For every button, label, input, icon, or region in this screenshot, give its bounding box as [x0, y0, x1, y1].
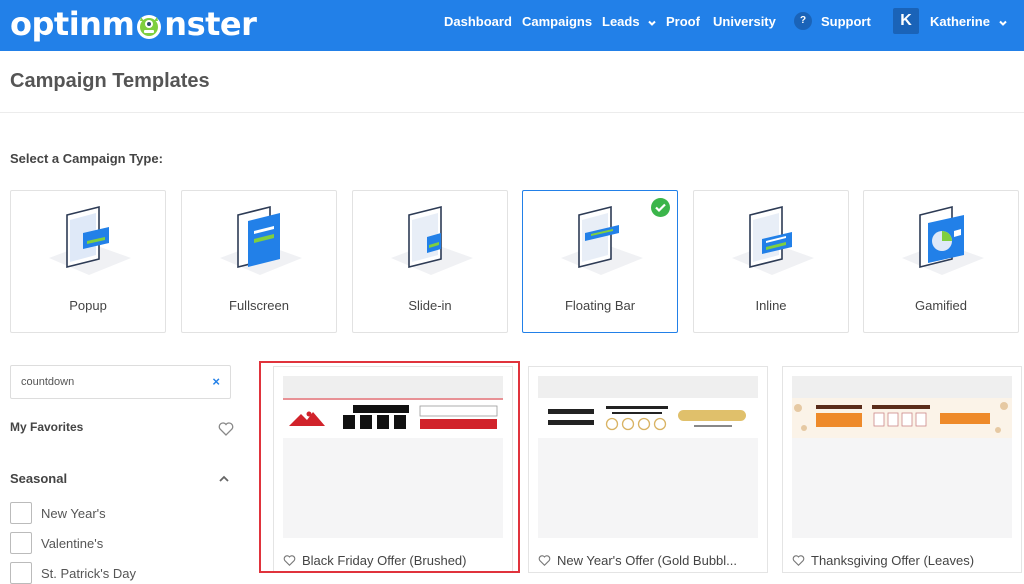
nav-proof[interactable]: Proof [666, 13, 700, 31]
floating-bar-illustration-icon [561, 205, 643, 275]
seasonal-heading[interactable]: Seasonal [10, 471, 67, 486]
template-name: Thanksgiving Offer (Leaves) [792, 553, 974, 568]
campaign-type-popup[interactable]: Popup [10, 190, 166, 333]
template-name-text: New Year's Offer (Gold Bubbl... [557, 553, 738, 568]
checkbox[interactable] [10, 502, 32, 524]
heart-icon[interactable] [792, 555, 805, 566]
campaign-type-inline[interactable]: Inline [693, 190, 849, 333]
template-preview[interactable] [538, 376, 758, 538]
optinmonster-logo[interactable]: optinm nster [10, 5, 257, 43]
campaign-type-gamified[interactable]: Gamified [863, 190, 1019, 333]
template-name: New Year's Offer (Gold Bubbl... [538, 553, 737, 568]
my-favorites-label[interactable]: My Favorites [10, 420, 83, 434]
filter-label: New Year's [41, 506, 106, 521]
heart-icon[interactable] [218, 422, 234, 436]
chevron-up-icon[interactable] [218, 474, 230, 484]
nav-university[interactable]: University [713, 13, 776, 31]
campaign-type-slide-in[interactable]: Slide-in [352, 190, 508, 333]
campaign-type-floating-bar[interactable]: Floating Bar [522, 190, 678, 333]
logo-text-end: nster [164, 5, 257, 43]
slide-in-illustration-icon [391, 205, 473, 275]
nav-dashboard[interactable]: Dashboard [444, 13, 512, 31]
gamified-illustration-icon [902, 205, 984, 275]
top-navigation-bar: optinm nster Dashboard Campaigns Leads P… [0, 0, 1024, 51]
selected-check-icon [651, 198, 670, 217]
user-avatar[interactable]: K [893, 8, 919, 34]
template-preview-image [792, 376, 1012, 438]
campaign-type-fullscreen[interactable]: Fullscreen [181, 190, 337, 333]
fullscreen-illustration-icon [220, 205, 302, 275]
logo-text-start: optinm [10, 5, 135, 43]
user-menu[interactable]: Katherine [930, 13, 1008, 31]
page-title: Campaign Templates [10, 70, 210, 92]
chevron-down-icon [648, 20, 656, 26]
nav-support[interactable]: Support [821, 13, 871, 31]
filter-label: Valentine's [41, 536, 104, 551]
user-name: Katherine [930, 14, 990, 29]
heart-icon[interactable] [538, 555, 551, 566]
campaign-type-label: Popup [69, 298, 107, 313]
clear-search-icon[interactable]: × [212, 374, 220, 389]
template-name-text: Thanksgiving Offer (Leaves) [811, 553, 975, 568]
nav-leads-label: Leads [602, 14, 640, 29]
search-value: countdown [21, 376, 75, 388]
nav-leads[interactable]: Leads [602, 13, 657, 31]
campaign-type-label: Fullscreen [229, 298, 289, 313]
highlight-annotation-box [259, 361, 520, 573]
monster-mascot-icon [135, 10, 163, 39]
campaign-type-label: Inline [755, 298, 787, 313]
inline-illustration-icon [732, 205, 814, 275]
campaign-type-label: Gamified [914, 298, 968, 313]
popup-illustration-icon [49, 205, 131, 275]
checkbox[interactable] [10, 562, 32, 584]
campaign-type-heading: Select a Campaign Type: [10, 151, 163, 166]
template-preview[interactable] [792, 376, 1012, 538]
template-card-new-years[interactable]: New Year's Offer (Gold Bubbl... [528, 366, 768, 573]
nav-campaigns[interactable]: Campaigns [522, 13, 592, 31]
filter-label: St. Patrick's Day [41, 566, 136, 581]
template-preview-image [538, 376, 758, 438]
template-card-thanksgiving[interactable]: Thanksgiving Offer (Leaves) [782, 366, 1022, 573]
campaign-type-label: Floating Bar [564, 298, 636, 313]
campaign-type-label: Slide-in [408, 298, 452, 313]
help-icon[interactable]: ? [794, 12, 812, 30]
checkbox[interactable] [10, 532, 32, 554]
chevron-down-icon [998, 20, 1007, 26]
template-search-input[interactable]: countdown × [10, 365, 231, 399]
